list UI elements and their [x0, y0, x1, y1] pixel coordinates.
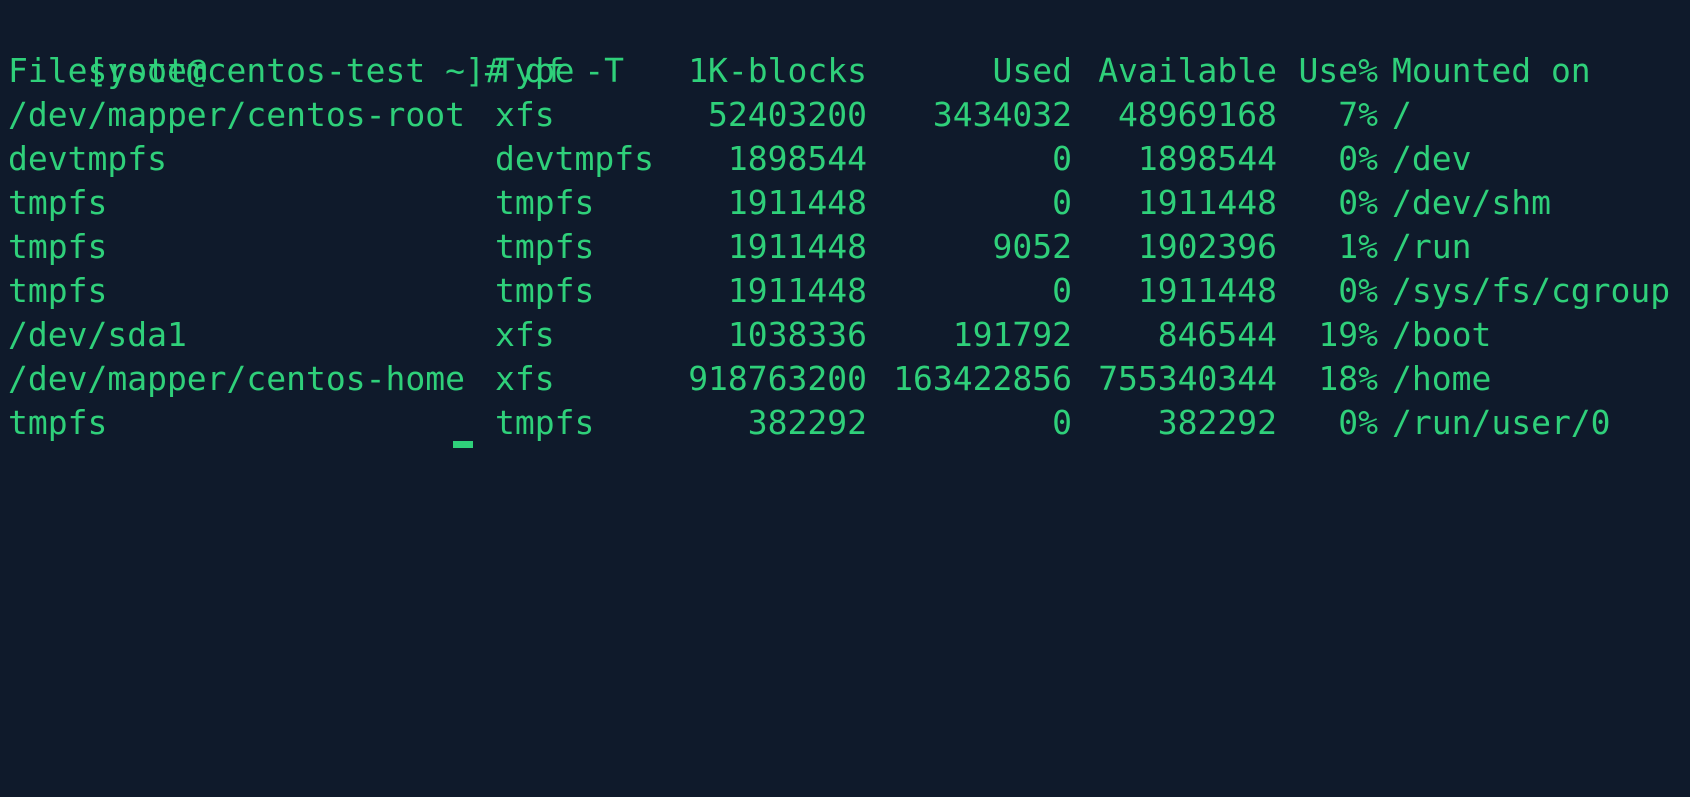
row-used: 9052 [992, 227, 1072, 266]
row-used: 0 [1052, 403, 1072, 442]
row-blocks: 52403200 [708, 95, 867, 134]
row-mounted: /home [1392, 359, 1492, 398]
row-filesystem: tmpfs [8, 403, 108, 442]
row-filesystem: tmpfs [8, 227, 108, 266]
table-row: tmpfs tmpfs 1911448 9052 1902396 1% /run [8, 225, 1688, 269]
row-blocks: 1911448 [727, 271, 867, 310]
header-mounted: Mounted on [1392, 51, 1591, 90]
row-filesystem: /dev/sda1 [8, 315, 187, 354]
row-used: 0 [1052, 271, 1072, 310]
row-filesystem: /dev/mapper/centos-root [8, 95, 465, 134]
row-type: xfs [495, 359, 555, 398]
header-available: Available [1098, 51, 1277, 90]
header-type: Type [495, 51, 575, 90]
table-header: Filesystem Type 1K-blocks Used Available… [8, 49, 1688, 93]
row-blocks: 382292 [747, 403, 867, 442]
row-available: 846544 [1157, 315, 1277, 354]
row-use-pct: 18% [1318, 359, 1378, 398]
table-row: devtmpfs devtmpfs 1898544 0 1898544 0% /… [8, 137, 1688, 181]
row-type: tmpfs [495, 183, 595, 222]
terminal-window[interactable]: [root@centos-test ~]# df -T Filesystem T… [0, 0, 1690, 448]
table-row: /dev/mapper/centos-root xfs 52403200 343… [8, 93, 1688, 137]
row-available: 48969168 [1118, 95, 1277, 134]
command-line: [root@centos-test ~]# df -T [8, 5, 623, 90]
row-available: 755340344 [1098, 359, 1277, 398]
row-mounted: / [1392, 95, 1412, 134]
row-type: xfs [495, 95, 555, 134]
row-type: tmpfs [495, 227, 595, 266]
row-filesystem: tmpfs [8, 183, 108, 222]
row-use-pct: 0% [1338, 271, 1378, 310]
text-cursor [453, 441, 473, 448]
row-mounted: /sys/fs/cgroup [1392, 271, 1671, 310]
row-type: tmpfs [495, 271, 595, 310]
row-use-pct: 1% [1338, 227, 1378, 266]
row-filesystem: /dev/mapper/centos-home [8, 359, 465, 398]
table-row: /dev/mapper/centos-home xfs 918763200 16… [8, 357, 1688, 401]
row-used: 163422856 [893, 359, 1072, 398]
row-blocks: 1898544 [727, 139, 867, 178]
row-blocks: 1911448 [727, 227, 867, 266]
row-blocks: 1911448 [727, 183, 867, 222]
table-row: /dev/sda1 xfs 1038336 191792 846544 19% … [8, 313, 1688, 357]
row-use-pct: 7% [1338, 95, 1378, 134]
row-use-pct: 19% [1318, 315, 1378, 354]
row-mounted: /run/user/0 [1392, 403, 1611, 442]
row-use-pct: 0% [1338, 139, 1378, 178]
row-type: xfs [495, 315, 555, 354]
row-available: 1902396 [1137, 227, 1277, 266]
row-blocks: 918763200 [688, 359, 867, 398]
row-mounted: /run [1392, 227, 1472, 266]
row-available: 1911448 [1137, 183, 1277, 222]
row-used: 0 [1052, 139, 1072, 178]
row-used: 0 [1052, 183, 1072, 222]
row-use-pct: 0% [1338, 403, 1378, 442]
row-available: 382292 [1157, 403, 1277, 442]
table-row: tmpfs tmpfs 1911448 0 1911448 0% /dev/sh… [8, 181, 1688, 225]
header-blocks: 1K-blocks [688, 51, 867, 90]
row-used: 191792 [952, 315, 1072, 354]
header-use-pct: Use% [1298, 51, 1378, 90]
row-type: tmpfs [495, 403, 595, 442]
row-mounted: /boot [1392, 315, 1492, 354]
row-used: 3434032 [932, 95, 1072, 134]
row-available: 1898544 [1137, 139, 1277, 178]
row-filesystem: devtmpfs [8, 139, 167, 178]
table-row: tmpfs tmpfs 1911448 0 1911448 0% /sys/fs… [8, 269, 1688, 313]
row-blocks: 1038336 [727, 315, 867, 354]
row-mounted: /dev [1392, 139, 1472, 178]
row-mounted: /dev/shm [1392, 183, 1551, 222]
row-type: devtmpfs [495, 139, 654, 178]
row-filesystem: tmpfs [8, 271, 108, 310]
table-row: tmpfs tmpfs 382292 0 382292 0% /run/user… [8, 401, 1688, 445]
row-use-pct: 0% [1338, 183, 1378, 222]
header-used: Used [992, 51, 1072, 90]
row-available: 1911448 [1137, 271, 1277, 310]
header-filesystem: Filesystem [8, 51, 207, 90]
